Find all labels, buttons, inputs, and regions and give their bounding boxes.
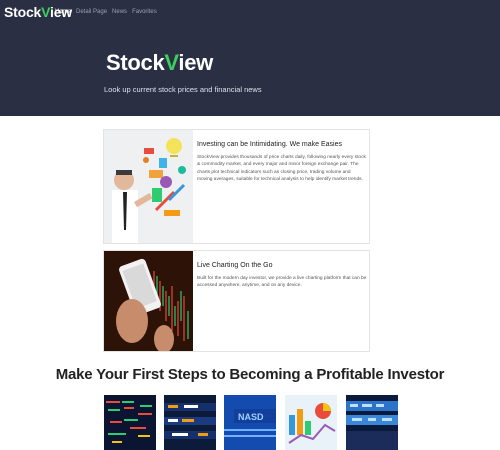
- svg-text:NASD: NASD: [238, 412, 264, 422]
- trading-floor-thumbnail[interactable]: [346, 395, 398, 450]
- hero-banner: StockView Home Detail Page News Favorite…: [0, 0, 500, 116]
- card-body: Live Charting On the Go Built for the mo…: [197, 251, 367, 290]
- card-title: Investing can be Intimidating. We make E…: [197, 141, 343, 148]
- stock-exchange-display-thumbnail[interactable]: [164, 395, 216, 450]
- card-title: Live Charting On the Go: [197, 262, 273, 269]
- ticker-board-thumbnail[interactable]: [104, 395, 156, 450]
- card-text: Built for the modern day investor, we pr…: [197, 276, 367, 289]
- nasdaq-building-thumbnail[interactable]: NASD: [224, 395, 276, 450]
- nav-item-detail-page[interactable]: Detail Page: [76, 9, 107, 15]
- top-nav: Home Detail Page News Favorites: [55, 9, 157, 15]
- businessman-illustration-image: [104, 130, 193, 243]
- card-body: Investing can be Intimidating. We make E…: [197, 130, 367, 184]
- colorful-charts-thumbnail[interactable]: [285, 395, 337, 450]
- nav-item-favorites[interactable]: Favorites: [132, 9, 157, 15]
- card-text: StockView provides thousands of price ch…: [197, 155, 366, 183]
- nav-item-news[interactable]: News: [112, 9, 127, 15]
- feature-card-investing: Investing can be Intimidating. We make E…: [103, 129, 370, 244]
- phone-chart-image: [104, 251, 193, 351]
- feature-card-live-charting: Live Charting On the Go Built for the mo…: [103, 250, 370, 352]
- brand-logo-large: StockView: [106, 50, 213, 75]
- hero-tagline: Look up current stock prices and financi…: [104, 85, 262, 94]
- steps-heading: Make Your First Steps to Becoming a Prof…: [55, 366, 445, 383]
- nav-item-home[interactable]: Home: [55, 9, 71, 15]
